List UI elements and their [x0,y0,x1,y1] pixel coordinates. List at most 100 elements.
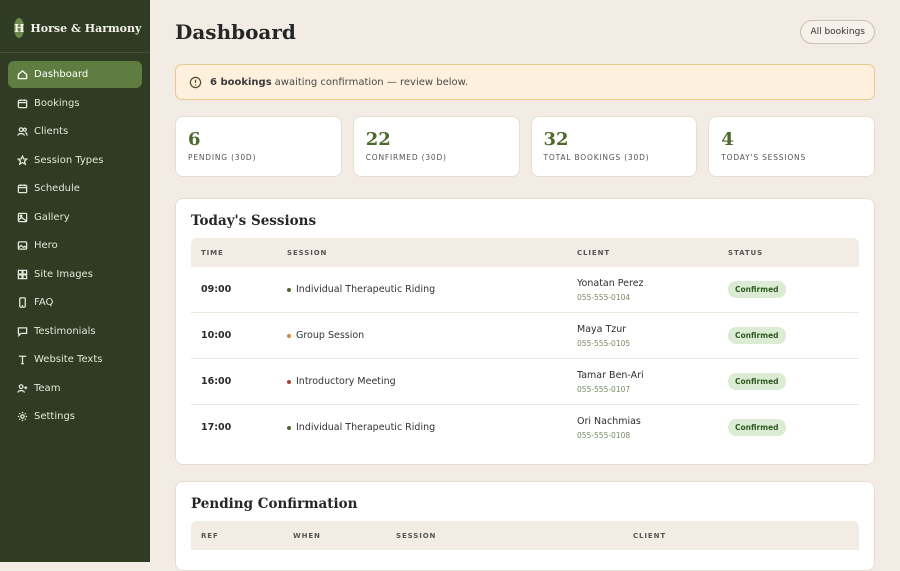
session-name: Individual Therapeutic Riding [296,422,436,433]
session-cell: Individual Therapeutic Riding [277,267,567,313]
stat-value: 6 [188,129,201,150]
text-icon [16,354,28,366]
col-header-session: SESSION [386,521,623,550]
session-name: Introductory Meeting [296,376,396,387]
todays-sessions-card: Today's Sessions TIME SESSION CLIENT STA… [175,198,875,465]
table-row[interactable]: 10:00 Group Session Maya Tzur 055-555-010… [191,312,859,359]
sidebar-item-label: Gallery [34,211,70,223]
col-header-ref: REF [191,521,283,550]
client-name: Maya Tzur [577,323,627,335]
message-icon [16,325,28,337]
main-content: Dashboard All bookings 6 bookings awaiti… [150,0,900,571]
session-time: 09:00 [191,267,277,313]
pending-table: REF WHEN SESSION CLIENT [191,521,859,550]
col-header-client: CLIENT [623,521,859,550]
sidebar-nav: Dashboard Bookings Clients Session Types… [0,61,150,430]
sidebar-item-site-images[interactable]: Site Images [8,261,142,288]
star-icon [16,154,28,166]
info-icon [189,76,202,89]
stat-value: 22 [365,129,391,150]
client-cell: Tamar Ben-Ari 055-555-0107 [567,358,718,405]
sidebar-item-dashboard[interactable]: Dashboard [8,61,142,88]
alert-text: awaiting confirmation — review below. [274,76,469,88]
sidebar-item-hero[interactable]: Hero [8,232,142,259]
stat-card-today: 4 TODAY'S SESSIONS [708,116,875,177]
status-cell: Confirmed [718,267,859,313]
status-cell: Confirmed [718,358,859,405]
brand-divider [0,52,150,53]
grid-icon [16,268,28,280]
table-row[interactable]: 09:00 Individual Therapeutic Riding Yona… [191,267,859,313]
stats-row: 6 PENDING (30D) 22 CONFIRMED (30D) 32 TO… [175,116,875,177]
stat-label: CONFIRMED (30D) [365,153,447,162]
session-color-dot [287,287,291,292]
pending-alert: 6 bookings awaiting confirmation — revie… [175,64,875,100]
client-cell: Ori Nachmias 055-555-0108 [567,405,718,451]
brand[interactable]: H Horse & Harmony [0,10,150,52]
sidebar-item-website-texts[interactable]: Website Texts [8,346,142,373]
sidebar-item-clients[interactable]: Clients [8,118,142,145]
image-icon [16,211,28,223]
home-icon [16,69,28,81]
col-header-status: STATUS [718,238,859,267]
sidebar-item-label: FAQ [34,297,54,308]
client-phone: 055-555-0108 [577,430,631,440]
sidebar-item-testimonials[interactable]: Testimonials [8,318,142,345]
sidebar-item-team[interactable]: Team [8,375,142,402]
client-name: Yonatan Perez [577,277,644,289]
table-row[interactable]: 17:00 Individual Therapeutic Riding Ori … [191,405,859,451]
brand-name: Horse & Harmony [30,21,142,35]
sidebar-item-label: Session Types [34,154,104,166]
stat-label: PENDING (30D) [188,153,257,162]
alert-bold-text: 6 bookings [210,76,272,88]
sidebar-item-label: Bookings [34,97,80,109]
client-name: Ori Nachmias [577,415,641,427]
sidebar-item-faq[interactable]: FAQ [8,289,142,316]
status-badge: Confirmed [728,281,786,298]
status-badge: Confirmed [728,327,786,344]
session-name: Individual Therapeutic Riding [296,284,436,295]
sidebar-item-bookings[interactable]: Bookings [8,90,142,117]
table-header-row: TIME SESSION CLIENT STATUS [191,238,859,267]
sidebar-item-label: Dashboard [34,69,89,80]
col-header-time: TIME [191,238,277,267]
sidebar-item-label: Hero [34,240,58,251]
stat-value: 32 [543,129,569,150]
stat-card-confirmed: 22 CONFIRMED (30D) [352,116,520,177]
page-title: Dashboard [175,20,296,44]
session-time: 16:00 [191,358,277,405]
stat-card-total: 32 TOTAL BOOKINGS (30D) [530,116,698,177]
sidebar: H Horse & Harmony Dashboard Bookings Cli… [0,0,150,562]
table-header-row: REF WHEN SESSION CLIENT [191,521,859,550]
status-cell: Confirmed [718,312,859,359]
session-cell: Introductory Meeting [277,358,567,405]
table-row[interactable]: 16:00 Introductory Meeting Tamar Ben-Ari… [191,358,859,405]
sidebar-item-label: Schedule [34,183,80,194]
session-cell: Individual Therapeutic Riding [277,405,567,451]
col-header-session: SESSION [277,238,567,267]
card-title: Today's Sessions [191,213,317,229]
session-color-dot [287,425,291,430]
app-shell: H Horse & Harmony Dashboard Bookings Cli… [0,0,900,571]
session-time: 10:00 [191,312,277,359]
sessions-table: TIME SESSION CLIENT STATUS 09:00 Individ… [191,238,859,450]
calendar-icon [16,183,28,195]
sidebar-item-label: Settings [34,411,76,422]
client-name: Tamar Ben-Ari [577,369,644,381]
phone-icon [16,297,28,309]
sidebar-item-label: Team [34,382,61,394]
sidebar-item-gallery[interactable]: Gallery [8,204,142,231]
pending-confirmation-card: Pending Confirmation REF WHEN SESSION CL… [175,481,875,571]
session-cell: Group Session [277,312,567,359]
col-header-client: CLIENT [567,238,718,267]
stat-label: TOTAL BOOKINGS (30D) [543,153,650,162]
all-bookings-button[interactable]: All bookings [800,20,875,44]
gear-icon [16,411,28,423]
sidebar-item-session-types[interactable]: Session Types [8,147,142,174]
sidebar-item-label: Testimonials [34,325,96,337]
sidebar-item-schedule[interactable]: Schedule [8,175,142,202]
sidebar-item-settings[interactable]: Settings [8,403,142,430]
session-color-dot [287,333,291,338]
stat-card-pending: 6 PENDING (30D) [175,116,342,177]
client-phone: 055-555-0107 [577,384,631,394]
